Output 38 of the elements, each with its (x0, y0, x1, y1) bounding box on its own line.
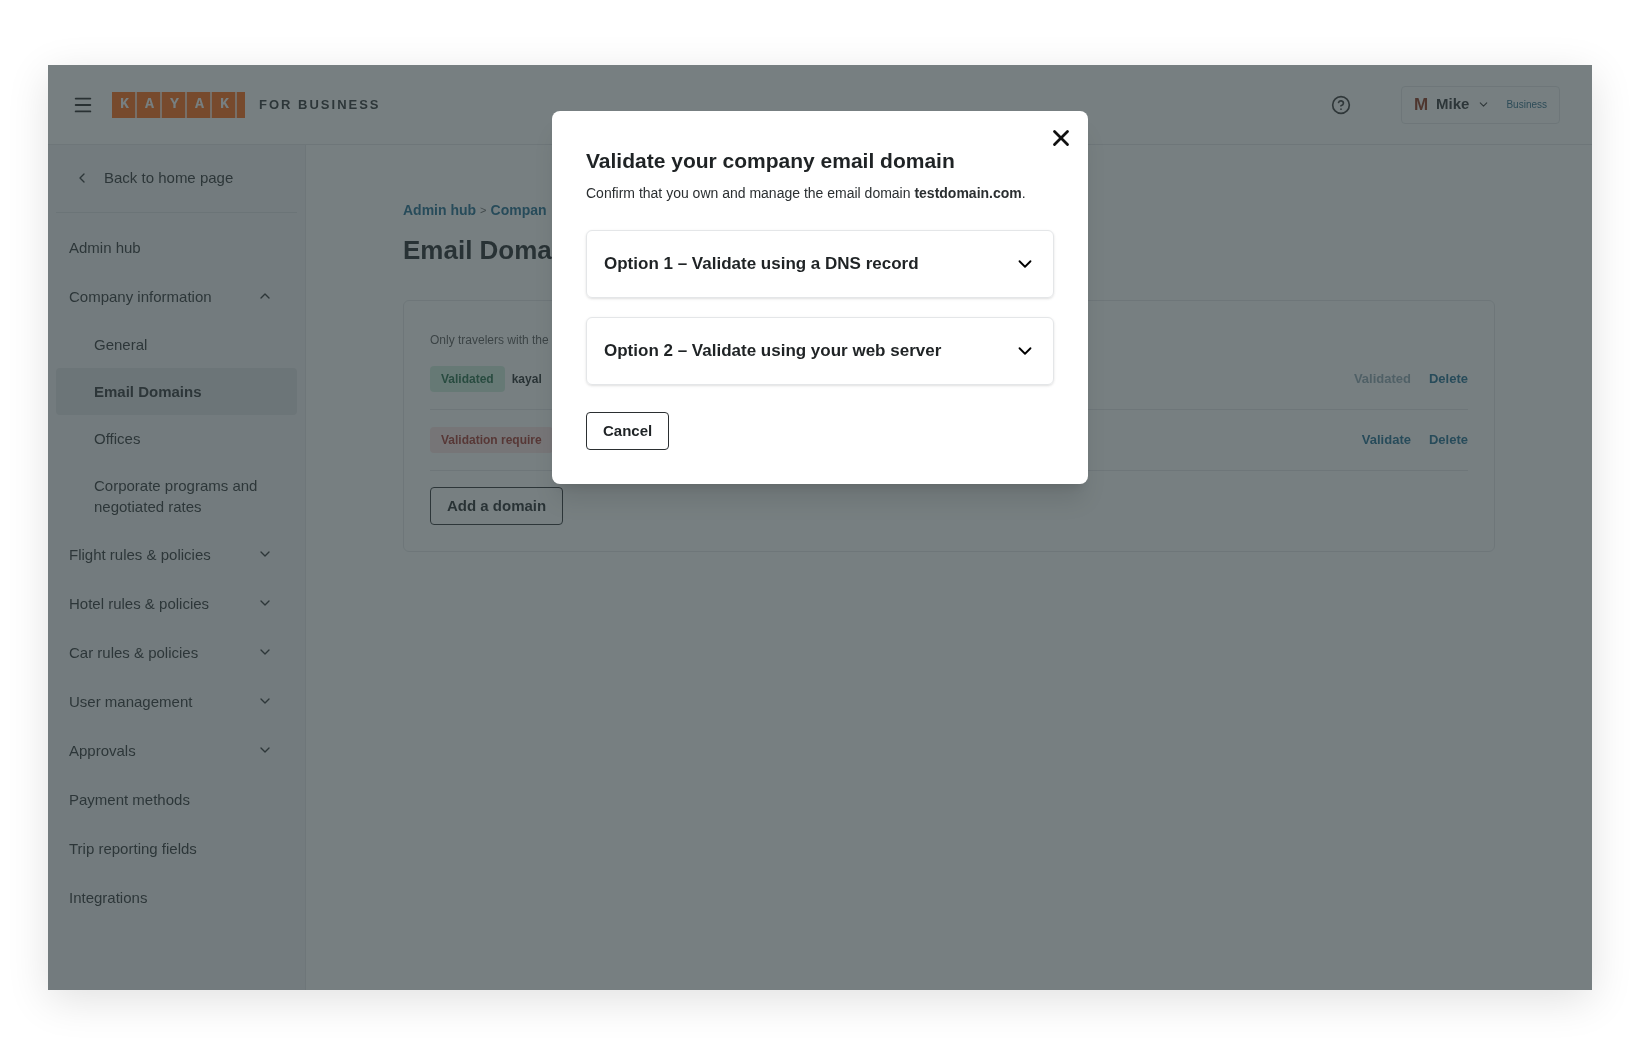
sidebar-item[interactable]: Hotel rules & policies (56, 578, 297, 628)
sidebar-item[interactable]: Flight rules & policies (56, 529, 297, 579)
sidebar-item[interactable]: Car rules & policies (56, 627, 297, 677)
add-domain-button[interactable]: Add a domain (430, 487, 564, 525)
sidebar-item[interactable]: Email Domains (56, 367, 297, 415)
sidebar-item[interactable]: User management (56, 676, 297, 726)
sidebar-item[interactable]: Corporate programs and negotiated rates (56, 461, 297, 530)
breadcrumb-link[interactable]: Compan (490, 200, 547, 221)
option-accordion[interactable]: Option 2 – Validate using your web server (586, 317, 1054, 385)
card-note: Only travelers with the (430, 332, 549, 349)
row-action-link[interactable]: Delete (1428, 430, 1468, 450)
row-action-link[interactable]: Validate (1361, 430, 1411, 450)
back-link[interactable]: Back to home page (104, 167, 234, 190)
breadcrumb-separator: > (480, 203, 487, 219)
sidebar-item[interactable]: Admin hub (56, 222, 297, 272)
dialog-title: Validate your company email domain (586, 148, 956, 174)
status-badge: Validation require (430, 427, 553, 453)
kayak-logo[interactable]: KAYAK (112, 91, 245, 118)
sidebar-item[interactable]: Offices (56, 414, 297, 462)
dialog-description: Confirm that you own and manage the email domain testdomain.com. (586, 184, 1027, 203)
sidebar-item[interactable]: Payment methods (56, 774, 297, 824)
user-name: Mike (1436, 94, 1470, 115)
user-initial: M (1413, 93, 1429, 116)
logo-subtitle: FOR BUSINESS (259, 95, 381, 114)
sidebar-item[interactable]: Company information (56, 271, 297, 321)
option-accordion[interactable]: Option 1 – Validate using a DNS record (586, 230, 1054, 298)
sidebar-item[interactable]: Approvals (56, 725, 297, 775)
breadcrumb-link[interactable]: Admin hub (403, 200, 477, 221)
domain-name: kayal (511, 371, 542, 388)
plan-label: Business (1506, 98, 1547, 112)
sidebar-item[interactable]: Trip reporting fields (56, 823, 297, 873)
sidebar-item[interactable]: General (56, 320, 297, 368)
status-badge: Validated (430, 366, 505, 392)
cancel-button[interactable]: Cancel (586, 412, 670, 450)
row-action-link[interactable]: Delete (1428, 369, 1468, 389)
user-menu[interactable]: M Mike Business (1400, 85, 1560, 124)
help-icon[interactable] (1330, 94, 1351, 115)
sidebar-item[interactable]: Integrations (56, 872, 297, 922)
